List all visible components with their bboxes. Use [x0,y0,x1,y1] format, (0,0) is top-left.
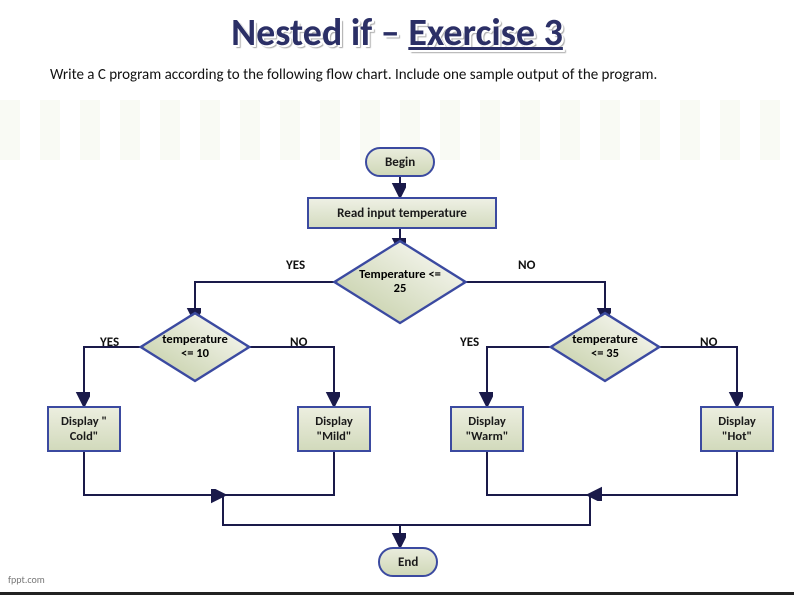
decision-label-temp10: temperature <= 10 [155,322,235,372]
node-display-cold: Display " Cold" [47,406,121,452]
node-display-hot: Display "Hot" [700,406,774,452]
node-display-warm: Display "Warm" [450,406,524,452]
label-d2-no: NO [290,335,307,350]
label-d3-no: NO [700,335,717,350]
label-d1-yes: YES [286,258,305,273]
node-display-mild: Display "Mild" [297,406,371,452]
label-d3-yes: YES [460,335,479,350]
label-d2-yes: YES [100,335,119,350]
node-begin: Begin [365,147,435,177]
node-end: End [378,547,438,577]
node-read: Read input temperature [307,197,497,229]
label-d1-no: NO [518,258,535,273]
node-decision-temp35: temperature <= 35 [580,322,630,372]
title-text-b: Exercise 3 [408,10,563,56]
node-decision-temp25: Temperature <= 25 [370,252,430,312]
decision-label-temp35: temperature <= 35 [565,322,645,372]
decision-label-temp25: Temperature <= 25 [352,252,448,312]
title-text-a: Nested if – [231,10,408,56]
node-decision-temp10: temperature <= 10 [170,322,220,372]
exercise-prompt: Write a C program according to the follo… [50,66,744,86]
page-title: Nested if – Exercise 3 [0,0,794,56]
footer-credit: fppt.com [8,573,45,586]
